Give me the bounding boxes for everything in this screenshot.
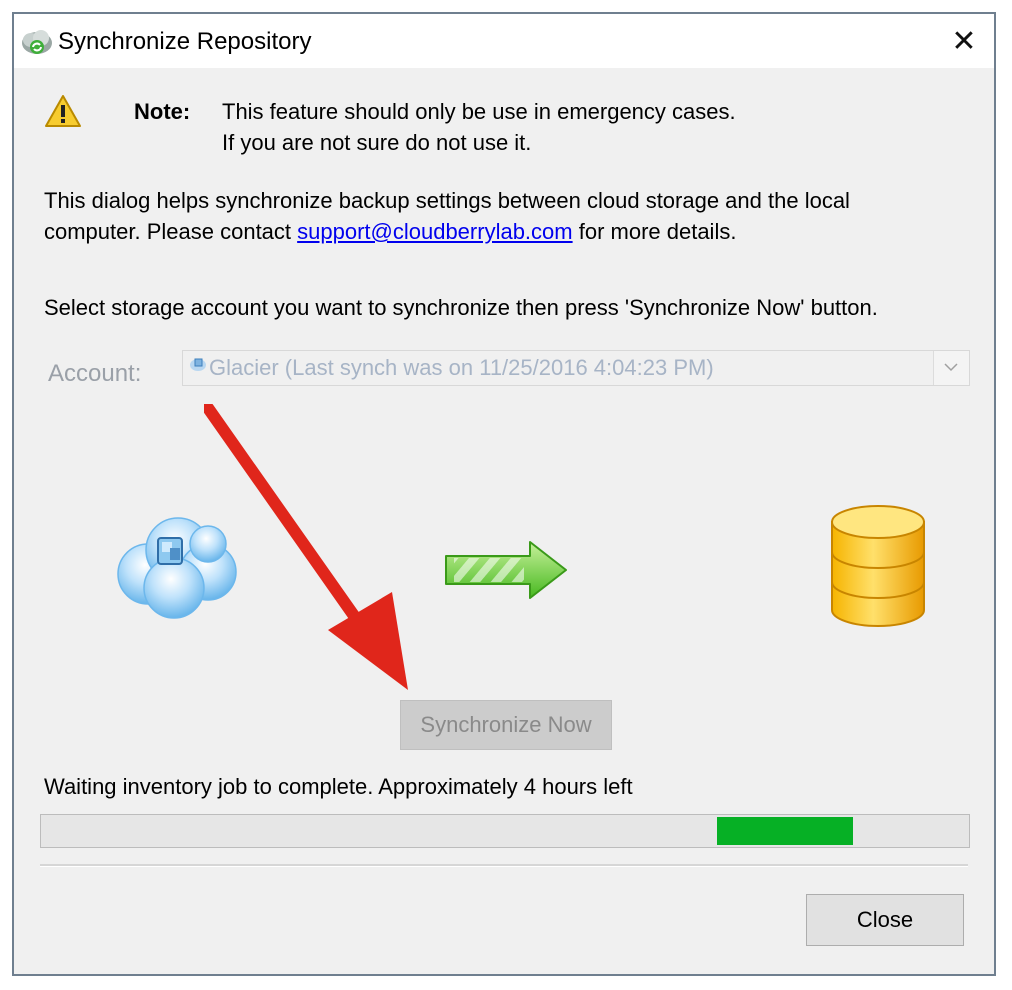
title-bar: Synchronize Repository ✕	[14, 14, 994, 68]
progress-indicator	[717, 817, 853, 845]
warning-icon	[45, 95, 81, 127]
window-title: Synchronize Repository	[58, 28, 312, 55]
window-close-button[interactable]: ✕	[944, 22, 984, 62]
green-arrow-icon	[445, 541, 567, 599]
description-line-2: computer. Please contact support@cloudbe…	[44, 219, 736, 245]
dropdown-button[interactable]	[933, 351, 969, 385]
account-label: Account:	[48, 360, 142, 387]
description-text-before: computer. Please contact	[44, 219, 298, 244]
support-email-link[interactable]: support@cloudberrylab.com	[297, 219, 572, 244]
note-label: Note:	[134, 99, 191, 124]
note-text-line-1: This feature should only be use in emerg…	[222, 99, 736, 124]
description-text-after: for more details.	[572, 219, 737, 244]
description-line-1: This dialog helps synchronize backup set…	[44, 188, 850, 213]
close-button[interactable]: Close	[806, 894, 964, 946]
red-arrow-annotation	[204, 404, 408, 690]
database-icon	[831, 505, 925, 627]
glacier-small-icon	[190, 358, 206, 371]
instruction-text: Select storage account you want to synch…	[44, 295, 878, 320]
note-text-line-2: If you are not sure do not use it.	[222, 130, 532, 155]
divider	[40, 864, 968, 867]
account-selected-value: Glacier (Last synch was on 11/25/2016 4:…	[209, 355, 714, 380]
cloud-sync-icon	[22, 30, 52, 54]
progress-bar	[40, 814, 970, 848]
status-text: Waiting inventory job to complete. Appro…	[44, 774, 633, 799]
synchronize-now-button[interactable]: Synchronize Now	[400, 700, 612, 750]
synchronize-repository-dialog: Synchronize Repository ✕ Note: This feat…	[12, 12, 996, 976]
chevron-down-icon	[944, 363, 958, 372]
account-dropdown[interactable]: Glacier (Last synch was on 11/25/2016 4:…	[182, 350, 970, 386]
